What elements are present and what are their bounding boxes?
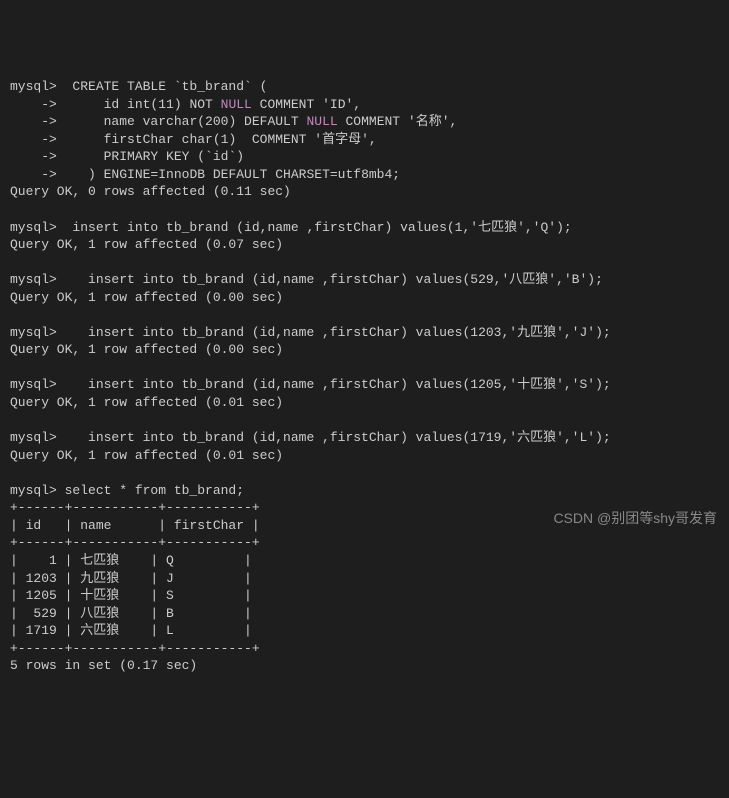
terminal-text: COMMENT 'ID', <box>252 97 361 112</box>
terminal-line <box>10 359 719 377</box>
terminal-text: | 1203 | 九匹狼 | J | <box>10 571 252 586</box>
terminal-line: Query OK, 1 row affected (0.01 sec) <box>10 447 719 465</box>
terminal-text: mysql> insert into tb_brand (id,name ,fi… <box>10 430 611 445</box>
terminal-text: NULL <box>221 97 252 112</box>
terminal-text: -> name varchar(200) DEFAULT <box>10 114 306 129</box>
terminal-line: mysql> insert into tb_brand (id,name ,fi… <box>10 219 719 237</box>
terminal-line: mysql> insert into tb_brand (id,name ,fi… <box>10 429 719 447</box>
terminal-text: | id | name | firstChar | <box>10 518 260 533</box>
terminal-line: mysql> select * from tb_brand; <box>10 482 719 500</box>
terminal-text: Query OK, 1 row affected (0.00 sec) <box>10 290 283 305</box>
terminal-text: -> PRIMARY KEY (`id`) <box>10 149 244 164</box>
terminal-line: -> ) ENGINE=InnoDB DEFAULT CHARSET=utf8m… <box>10 166 719 184</box>
terminal-text: Query OK, 1 row affected (0.01 sec) <box>10 395 283 410</box>
terminal-line: | 1203 | 九匹狼 | J | <box>10 570 719 588</box>
terminal-text: COMMENT '名称', <box>338 114 458 129</box>
terminal-text: +------+-----------+-----------+ <box>10 641 260 656</box>
terminal-text: mysql> insert into tb_brand (id,name ,fi… <box>10 377 611 392</box>
terminal-line: -> PRIMARY KEY (`id`) <box>10 148 719 166</box>
terminal-text: -> firstChar char(1) COMMENT '首字母', <box>10 132 377 147</box>
terminal-line: Query OK, 1 row affected (0.00 sec) <box>10 341 719 359</box>
terminal-text: NULL <box>306 114 337 129</box>
terminal-line: Query OK, 1 row affected (0.07 sec) <box>10 236 719 254</box>
terminal-line: Query OK, 1 row affected (0.01 sec) <box>10 394 719 412</box>
terminal-line: | 1719 | 六匹狼 | L | <box>10 622 719 640</box>
terminal-text: mysql> CREATE TABLE `tb_brand` ( <box>10 79 267 94</box>
terminal-line: +------+-----------+-----------+ <box>10 640 719 658</box>
terminal-line: | 1 | 七匹狼 | Q | <box>10 552 719 570</box>
terminal-text: -> id int(11) NOT <box>10 97 221 112</box>
terminal-text: Query OK, 1 row affected (0.07 sec) <box>10 237 283 252</box>
terminal-line: | 529 | 八匹狼 | B | <box>10 605 719 623</box>
terminal-line: -> firstChar char(1) COMMENT '首字母', <box>10 131 719 149</box>
terminal-line: Query OK, 0 rows affected (0.11 sec) <box>10 183 719 201</box>
terminal-output: mysql> CREATE TABLE `tb_brand` ( -> id i… <box>10 78 719 675</box>
terminal-text: -> ) ENGINE=InnoDB DEFAULT CHARSET=utf8m… <box>10 167 400 182</box>
terminal-line: mysql> CREATE TABLE `tb_brand` ( <box>10 78 719 96</box>
terminal-text: mysql> insert into tb_brand (id,name ,fi… <box>10 325 611 340</box>
terminal-line: -> name varchar(200) DEFAULT NULL COMMEN… <box>10 113 719 131</box>
terminal-text: | 1719 | 六匹狼 | L | <box>10 623 252 638</box>
terminal-line <box>10 254 719 272</box>
terminal-text: +------+-----------+-----------+ <box>10 500 260 515</box>
terminal-text: Query OK, 1 row affected (0.00 sec) <box>10 342 283 357</box>
terminal-line <box>10 464 719 482</box>
terminal-text: | 1 | 七匹狼 | Q | <box>10 553 252 568</box>
terminal-text: mysql> select * from tb_brand; <box>10 483 244 498</box>
terminal-line <box>10 306 719 324</box>
terminal-text: | 1205 | 十匹狼 | S | <box>10 588 252 603</box>
terminal-line: Query OK, 1 row affected (0.00 sec) <box>10 289 719 307</box>
terminal-line: 5 rows in set (0.17 sec) <box>10 657 719 675</box>
terminal-text: | 529 | 八匹狼 | B | <box>10 606 252 621</box>
terminal-text: Query OK, 0 rows affected (0.11 sec) <box>10 184 291 199</box>
terminal-line: | 1205 | 十匹狼 | S | <box>10 587 719 605</box>
watermark-text: CSDN @别团等shy哥发育 <box>553 509 717 528</box>
terminal-text: 5 rows in set (0.17 sec) <box>10 658 197 673</box>
terminal-line <box>10 412 719 430</box>
terminal-text: mysql> insert into tb_brand (id,name ,fi… <box>10 220 572 235</box>
terminal-text: mysql> insert into tb_brand (id,name ,fi… <box>10 272 603 287</box>
terminal-line: +------+-----------+-----------+ <box>10 534 719 552</box>
terminal-line: mysql> insert into tb_brand (id,name ,fi… <box>10 376 719 394</box>
terminal-line: mysql> insert into tb_brand (id,name ,fi… <box>10 324 719 342</box>
terminal-text: +------+-----------+-----------+ <box>10 535 260 550</box>
terminal-line: mysql> insert into tb_brand (id,name ,fi… <box>10 271 719 289</box>
terminal-line: -> id int(11) NOT NULL COMMENT 'ID', <box>10 96 719 114</box>
terminal-line <box>10 201 719 219</box>
terminal-text: Query OK, 1 row affected (0.01 sec) <box>10 448 283 463</box>
